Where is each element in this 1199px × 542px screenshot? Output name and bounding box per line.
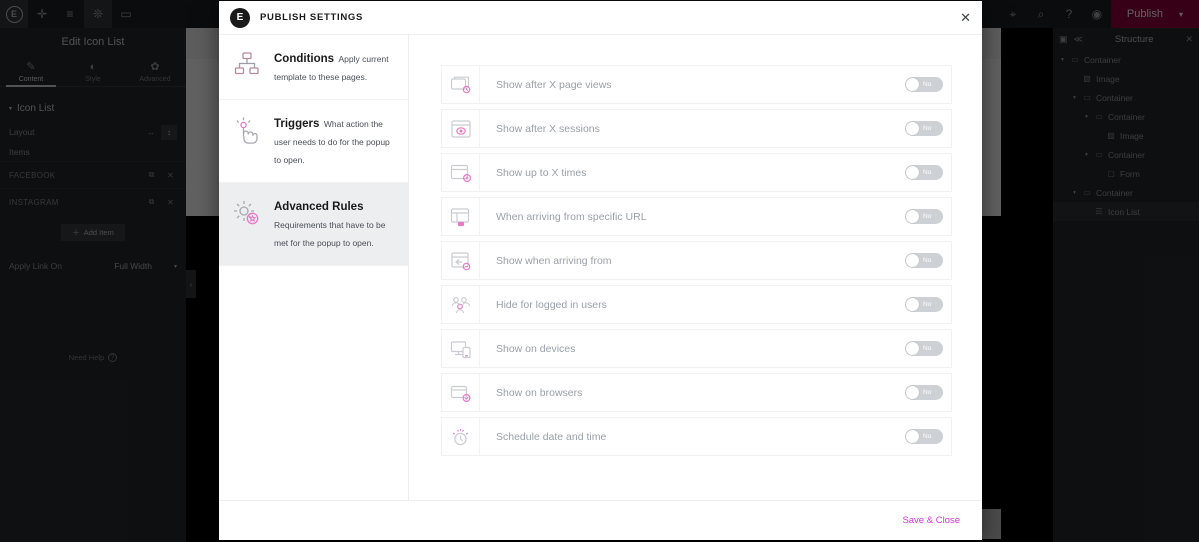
- rule-row[interactable]: Show when arriving from No: [441, 241, 952, 280]
- sessions-icon: [442, 110, 480, 147]
- toggle-label: No: [923, 389, 932, 396]
- rule-toggle[interactable]: No: [905, 385, 943, 400]
- rule-toggle[interactable]: No: [905, 209, 943, 224]
- users-icon: [442, 286, 480, 323]
- rules-list: Show after X page views No Show after X se…: [409, 35, 982, 500]
- sidebar-item-title: Triggers: [274, 118, 320, 130]
- rule-label: Show after X page views: [496, 78, 612, 91]
- modal-title: PUBLISH SETTINGS: [260, 12, 364, 23]
- sidebar-item-text: Conditions Apply current template to the…: [274, 49, 394, 85]
- modal-footer: Save & Close: [219, 500, 982, 540]
- toggle-knob: [906, 166, 919, 179]
- close-icon[interactable]: ✕: [960, 10, 971, 26]
- sidebar-item-title: Advanced Rules: [274, 201, 364, 213]
- toggle-knob: [906, 342, 919, 355]
- rule-toggle[interactable]: No: [905, 341, 943, 356]
- rule-row[interactable]: Show on devices No: [441, 329, 952, 368]
- rule-toggle[interactable]: No: [905, 429, 943, 444]
- modal-header: E PUBLISH SETTINGS ✕: [219, 1, 982, 35]
- rule-label: Show on devices: [496, 342, 576, 355]
- gear-star-icon: [232, 197, 262, 251]
- toggle-knob: [906, 298, 919, 311]
- modal-sidebar: Conditions Apply current template to the…: [219, 35, 409, 500]
- app-root: E ✛ ≡ ❊ ▭ ⌖ ⌕ ? ◉ Publish ▾: [0, 0, 1199, 542]
- rule-toggle[interactable]: No: [905, 121, 943, 136]
- rule-row[interactable]: Show after X sessions No: [441, 109, 952, 148]
- sidebar-item-desc: Requirements that have to be met for the…: [274, 220, 386, 248]
- rule-label: Show up to X times: [496, 166, 587, 179]
- rule-toggle[interactable]: No: [905, 77, 943, 92]
- save-and-close-button[interactable]: Save & Close: [902, 515, 960, 526]
- toggle-label: No: [923, 257, 932, 264]
- rule-toggle[interactable]: No: [905, 253, 943, 268]
- rule-row[interactable]: Show up to X times No: [441, 153, 952, 192]
- elementor-logo-icon: E: [230, 7, 250, 28]
- page-views-icon: [442, 66, 480, 103]
- arriving-from-icon: [442, 242, 480, 279]
- sidebar-item-conditions[interactable]: Conditions Apply current template to the…: [219, 35, 408, 100]
- schedule-icon: [442, 418, 480, 455]
- sidebar-item-advanced-rules[interactable]: Advanced Rules Requirements that have to…: [219, 183, 408, 266]
- rule-label: Show when arriving from: [496, 254, 612, 267]
- devices-icon: [442, 330, 480, 367]
- sitemap-icon: [232, 49, 262, 85]
- toggle-label: No: [923, 345, 932, 352]
- toggle-label: No: [923, 301, 932, 308]
- toggle-knob: [906, 122, 919, 135]
- click-hand-icon: [232, 114, 262, 168]
- url-icon: [442, 198, 480, 235]
- rule-toggle[interactable]: No: [905, 297, 943, 312]
- sidebar-item-triggers[interactable]: Triggers What action the user needs to d…: [219, 100, 408, 183]
- toggle-label: No: [923, 125, 932, 132]
- modal-body: Conditions Apply current template to the…: [219, 35, 982, 500]
- times-icon: [442, 154, 480, 191]
- toggle-knob: [906, 254, 919, 267]
- toggle-label: No: [923, 169, 932, 176]
- sidebar-item-text: Advanced Rules Requirements that have to…: [274, 197, 394, 251]
- toggle-label: No: [923, 213, 932, 220]
- toggle-knob: [906, 430, 919, 443]
- rule-row[interactable]: Show after X page views No: [441, 65, 952, 104]
- publish-settings-modal: E PUBLISH SETTINGS ✕ Conditions Apply cu…: [219, 1, 982, 540]
- toggle-label: No: [923, 433, 932, 440]
- toggle-knob: [906, 386, 919, 399]
- toggle-knob: [906, 78, 919, 91]
- rule-row[interactable]: Hide for logged in users No: [441, 285, 952, 324]
- rule-label: Show on browsers: [496, 386, 583, 399]
- toggle-knob: [906, 210, 919, 223]
- rule-label: Schedule date and time: [496, 430, 607, 443]
- rule-toggle[interactable]: No: [905, 165, 943, 180]
- rule-row[interactable]: Show on browsers No: [441, 373, 952, 412]
- sidebar-item-text: Triggers What action the user needs to d…: [274, 114, 394, 168]
- browsers-icon: [442, 374, 480, 411]
- sidebar-item-title: Conditions: [274, 53, 335, 65]
- rule-label: Show after X sessions: [496, 122, 600, 135]
- rule-label: Hide for logged in users: [496, 298, 607, 311]
- rule-row[interactable]: Schedule date and time No: [441, 417, 952, 456]
- toggle-label: No: [923, 81, 932, 88]
- rule-row[interactable]: When arriving from specific URL No: [441, 197, 952, 236]
- rule-label: When arriving from specific URL: [496, 210, 647, 223]
